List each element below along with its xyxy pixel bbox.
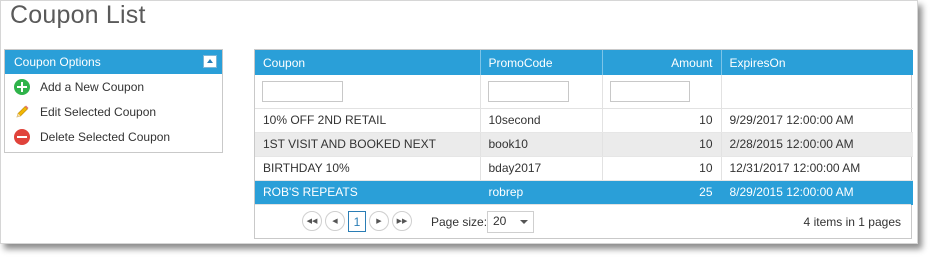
promocode-filter-input[interactable] bbox=[487, 80, 569, 102]
column-header-coupon[interactable]: Coupon bbox=[255, 50, 481, 75]
page-size-label: Page size: bbox=[431, 215, 488, 229]
last-page-button[interactable]: ▶▶ bbox=[392, 211, 412, 231]
items-count: 4 bbox=[803, 215, 811, 229]
cell-expires: 2/28/2015 12:00:00 AM bbox=[721, 132, 913, 157]
header-row: Coupon PromoCode Amount ExpiresOn bbox=[255, 50, 913, 75]
amount-filter-input[interactable] bbox=[609, 80, 690, 102]
coupon-filter-input[interactable] bbox=[262, 80, 343, 102]
current-page-button[interactable]: 1 bbox=[348, 211, 366, 232]
delete-coupon-button[interactable]: Delete Selected Coupon bbox=[5, 124, 222, 149]
pages-count: 1 bbox=[858, 215, 865, 229]
coupon-options-panel: Coupon Options Add a New Coupon Edit Sel… bbox=[4, 49, 223, 153]
column-header-promocode[interactable]: PromoCode bbox=[480, 50, 603, 75]
cell-expires: 12/31/2017 12:00:00 AM bbox=[721, 156, 913, 181]
filter-cell-promocode bbox=[480, 75, 603, 109]
add-coupon-button[interactable]: Add a New Coupon bbox=[5, 74, 222, 99]
next-page-icon: ▶ bbox=[376, 218, 382, 225]
cell-coupon: ROB'S REPEATS bbox=[255, 180, 481, 205]
pencil-icon bbox=[14, 104, 30, 120]
add-circle-icon bbox=[14, 78, 30, 95]
edit-coupon-button[interactable]: Edit Selected Coupon bbox=[5, 99, 222, 124]
pager-buttons: ◀◀ ◀ 1 ▶ ▶▶ bbox=[302, 211, 415, 232]
add-coupon-label: Add a New Coupon bbox=[40, 79, 145, 94]
coupon-list-window: Coupon List Coupon Options Add a New Cou… bbox=[0, 0, 918, 244]
cell-promocode: bday2017 bbox=[480, 156, 603, 181]
table-row[interactable]: BIRTHDAY 10% bday2017 10 12/31/2017 12:0… bbox=[255, 156, 913, 181]
cell-expires: 8/29/2015 12:00:00 AM bbox=[721, 180, 913, 205]
cell-coupon: 10% OFF 2ND RETAIL bbox=[255, 108, 481, 133]
page-size-value: 20 bbox=[493, 214, 507, 228]
table-row[interactable]: 1ST VISIT AND BOOKED NEXT book10 10 2/28… bbox=[255, 132, 913, 157]
items-info: 4 items in 1 pages bbox=[804, 215, 901, 229]
coupon-grid: Coupon PromoCode Amount ExpiresOn 10% OF… bbox=[254, 49, 913, 239]
filter-cell-coupon bbox=[255, 75, 481, 109]
pager: ◀◀ ◀ 1 ▶ ▶▶ Page size: 20 4 items in 1 p… bbox=[255, 204, 911, 238]
coupon-options-title: Coupon Options bbox=[14, 55, 101, 69]
next-page-button[interactable]: ▶ bbox=[369, 211, 389, 231]
collapse-panel-button[interactable] bbox=[203, 55, 217, 68]
filter-row bbox=[255, 75, 913, 109]
cell-amount: 10 bbox=[602, 156, 722, 181]
edit-coupon-label: Edit Selected Coupon bbox=[40, 104, 157, 119]
cell-promocode: 10second bbox=[480, 108, 603, 133]
filter-cell-expireson bbox=[721, 75, 913, 109]
table-row[interactable]: 10% OFF 2ND RETAIL 10second 10 9/29/2017… bbox=[255, 108, 913, 133]
cell-amount: 10 bbox=[602, 108, 722, 133]
last-page-icon: ▶▶ bbox=[396, 218, 408, 225]
delete-circle-icon bbox=[14, 128, 30, 145]
first-page-icon: ◀◀ bbox=[306, 218, 318, 225]
cell-expires: 9/29/2017 12:00:00 AM bbox=[721, 108, 913, 133]
first-page-button[interactable]: ◀◀ bbox=[302, 211, 322, 231]
previous-page-icon: ◀ bbox=[332, 218, 338, 225]
page-title: Coupon List bbox=[10, 1, 146, 29]
pages-text: pages bbox=[868, 215, 901, 229]
column-header-amount[interactable]: Amount bbox=[602, 50, 722, 75]
items-text: items in bbox=[813, 215, 855, 229]
cell-amount: 25 bbox=[602, 180, 722, 205]
cell-coupon: 1ST VISIT AND BOOKED NEXT bbox=[255, 132, 481, 157]
column-header-expireson[interactable]: ExpiresOn bbox=[721, 50, 913, 75]
previous-page-button[interactable]: ◀ bbox=[325, 211, 345, 231]
cell-amount: 10 bbox=[602, 132, 722, 157]
cell-promocode: robrep bbox=[480, 180, 603, 205]
table-row-selected[interactable]: ROB'S REPEATS robrep 25 8/29/2015 12:00:… bbox=[255, 180, 913, 205]
chevron-down-icon bbox=[520, 220, 528, 224]
page-size-select[interactable]: 20 bbox=[487, 211, 534, 233]
delete-coupon-label: Delete Selected Coupon bbox=[40, 129, 171, 144]
coupon-options-header: Coupon Options bbox=[5, 50, 222, 74]
cell-promocode: book10 bbox=[480, 132, 603, 157]
cell-coupon: BIRTHDAY 10% bbox=[255, 156, 481, 181]
filter-cell-amount bbox=[602, 75, 722, 109]
coupon-table: Coupon PromoCode Amount ExpiresOn 10% OF… bbox=[255, 50, 913, 205]
